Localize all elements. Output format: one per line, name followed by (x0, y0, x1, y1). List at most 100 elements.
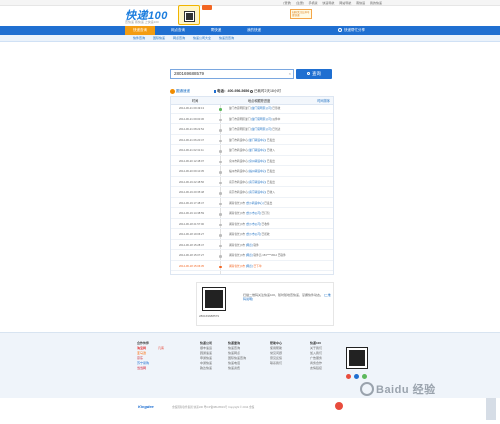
company-logo-icon (170, 89, 175, 94)
mobile-link[interactable]: 手机版 (309, 1, 318, 5)
footer-link[interactable]: 凡客 (158, 346, 164, 351)
timeline-dot-icon (219, 265, 222, 268)
footer-col-query: 快递查询 快递查询 快递网点 国际快递查询 快递电话 快递资费 (228, 341, 246, 371)
timeline-dot-icon (219, 118, 222, 121)
row-text: 湖南省长沙市 (229, 212, 246, 215)
nav-tab-outlets[interactable]: 网点查询 (163, 26, 193, 35)
table-row: 2014-06-18 21:57:00 湖南省长沙市 [长沙市公司] 已收件 (171, 221, 333, 229)
close-icon[interactable]: × (289, 70, 291, 78)
table-row: 2014-06-21 08:22:54 厦门市思明区厦门 [厦门思明区公司] 已到… (171, 126, 333, 135)
row-outlet-link[interactable]: [厦门思明区公司] (251, 118, 271, 121)
timeline-dot-icon (219, 171, 222, 174)
table-row: 2014-06-19 20:35:48 南京市转运中心 [南京转运中心] 已收入 (171, 189, 333, 198)
footer-col-about: 快递100 关于我们 加入我们 广告服务 商务合作 友情链接 (310, 341, 322, 371)
timeline-dot-icon (219, 181, 222, 184)
row-outlet-link[interactable]: [长沙市公司] (246, 223, 261, 226)
row-outlet-link[interactable]: [网点] (246, 254, 253, 257)
row-status: 已签收 (271, 107, 281, 110)
row-time: 2014-06-20 12:48:07 (179, 159, 204, 163)
qq-icon[interactable] (354, 374, 359, 379)
table-row: 2014-06-18 15:07:27 湖南省长沙市 [网点] 取件员 153**… (171, 252, 333, 261)
login-link[interactable]: [登录] (284, 1, 292, 5)
row-outlet-link[interactable]: [长沙市公司] (246, 212, 261, 215)
row-outlet-link[interactable]: [南京转运中心] (249, 181, 267, 184)
wechat-icon[interactable] (362, 374, 367, 379)
footer-col-companies: 快递公司 顺丰速运 圆通速递 申通快递 中通快递 韵达快递 (200, 341, 212, 371)
back-to-top-button[interactable] (486, 398, 496, 420)
row-outlet-link[interactable]: [长沙市公司] (246, 233, 261, 236)
row-status: 已下单 (252, 264, 262, 268)
tracking-number-input[interactable]: 280169688579 × (170, 69, 294, 79)
subnav-item-3[interactable]: 快递公司大全 (193, 35, 211, 42)
subnav-item-2[interactable]: 网点查询 (173, 35, 185, 42)
nav-share[interactable]: 快递帮忙分享 (338, 26, 365, 35)
table-row: 2014-06-18 15:06:35 湖南省长沙市 [网点] 已下单 (171, 263, 333, 271)
nav-tab-mine[interactable]: 我的快递 (239, 26, 269, 35)
search-button[interactable]: 查询 (296, 69, 332, 79)
row-content: 南京市转运中心 [南京转运中心] 已收入 (229, 189, 275, 197)
register-link[interactable]: [注册] (296, 1, 304, 5)
footer-link[interactable]: 韵达快递 (200, 366, 212, 371)
row-outlet-link[interactable]: [厦门转运中心] (249, 149, 267, 152)
slogan: 查快递 寄快递 上快递100 (125, 20, 159, 24)
row-text: 湖南省长沙市 (229, 243, 246, 247)
subnav-item-1[interactable]: 国际快递 (153, 35, 165, 42)
baidu-paw-icon (360, 382, 374, 396)
footer-link[interactable]: 友情链接 (310, 366, 322, 371)
table-row: 2014-06-21 09:49:13 厦门市思明区厦门 [厦门思明区公司] 已签… (171, 105, 333, 114)
timeline-dot-icon (219, 255, 222, 258)
row-content: 厦门市思明区厦门 [厦门思明区公司] 派件中 (229, 116, 280, 124)
timeline-dot-icon (219, 139, 222, 142)
nav-tab-query[interactable]: 快递查询 (125, 26, 155, 35)
my-express-link[interactable]: 我的快递 (370, 1, 382, 5)
header (0, 6, 500, 26)
footer-qr-code-icon (347, 348, 367, 368)
row-outlet-link[interactable]: [福州转运中心] (249, 170, 267, 173)
promo-qr-icon (185, 12, 194, 21)
subnav-item-4[interactable]: 快递员查询 (219, 35, 234, 42)
nav-link[interactable]: 快递导航 (322, 1, 334, 5)
sitemap-link[interactable]: 网站导航 (339, 1, 351, 5)
row-content: 湖南省长沙市 [长沙市公司] 已揽收 (229, 231, 270, 239)
row-outlet-link[interactable]: [南京转运中心] (249, 191, 267, 194)
timeline-dot-icon (219, 223, 222, 226)
row-outlet-link[interactable]: [厦门转运中心] (249, 139, 267, 142)
row-time: 2014-06-19 22:48:56 (179, 180, 204, 184)
wechat-follow-box[interactable]: 扫码关注公众号查快递 (290, 9, 312, 19)
row-time: 2014-06-21 09:00:36 (179, 117, 204, 121)
row-outlet-link[interactable]: [长沙转运中心] (246, 202, 264, 205)
row-status: 已发出 (263, 201, 273, 205)
weibo-icon[interactable] (346, 374, 351, 379)
row-text: 厦门市思明区厦门 (229, 117, 252, 121)
footer-link[interactable]: 快递资费 (228, 366, 246, 371)
row-outlet-link[interactable]: [泉州转运中心] (249, 160, 267, 163)
tracking-number-value: 280169688579 (174, 71, 205, 76)
timeline-dot-icon (219, 213, 222, 216)
search-icon (307, 72, 310, 76)
qr-panel: 280169688579 扫描二维码关注快递100，随时随地查快递，掌握快件动态… (196, 282, 334, 326)
promo-banner[interactable] (178, 5, 200, 25)
copyright-text: 金蝶国际软件集团 快递100 粤ICP备08126519号 Copyright … (172, 406, 255, 409)
top-links: [登录] [注册] 手机版 快递导航 网站导航 寄快递 我的快递 (280, 1, 382, 5)
copyright-bar: Kingdee 金蝶国际软件集团 快递100 粤ICP备08126519号 Co… (0, 400, 500, 412)
timeline-dot-icon (219, 108, 222, 111)
footer-link[interactable]: 当当网 (137, 366, 149, 371)
qr-description-text: 扫描二维码关注快递100，随时随地查快递，掌握快件动态。 (243, 293, 324, 297)
row-time: 2014-06-21 08:22:54 (179, 128, 204, 131)
nav-tab-send[interactable]: 寄快递 (201, 26, 231, 35)
row-text: 湖南省长沙市 (229, 254, 246, 257)
tracking-table: 时间 地点和跟踪进度 时间排序 2014-06-21 09:49:13 厦门市思明… (170, 96, 334, 275)
row-time: 2014-06-19 14:38:59 (179, 212, 204, 215)
row-outlet-link[interactable]: [网点] (246, 265, 253, 268)
subnav-item-0[interactable]: 快件查询 (133, 35, 145, 42)
company-name-link[interactable]: 圆通速递 (176, 87, 190, 95)
row-outlet-link[interactable]: [厦门思明区公司] (251, 128, 271, 131)
row-outlet-link[interactable]: [网点] (246, 244, 253, 247)
row-content: 厦门市思明区厦门 [厦门思明区公司] 已签收 (229, 105, 281, 113)
footer-link[interactable]: 联系我们 (270, 361, 282, 366)
sort-button[interactable]: 时间排序 (317, 97, 330, 105)
row-outlet-link[interactable]: [厦门思明区公司] (251, 107, 271, 110)
row-text: 南京市转运中心 (229, 191, 249, 194)
timeline-dot-icon (219, 244, 222, 247)
send-link[interactable]: 寄快递 (356, 1, 365, 5)
